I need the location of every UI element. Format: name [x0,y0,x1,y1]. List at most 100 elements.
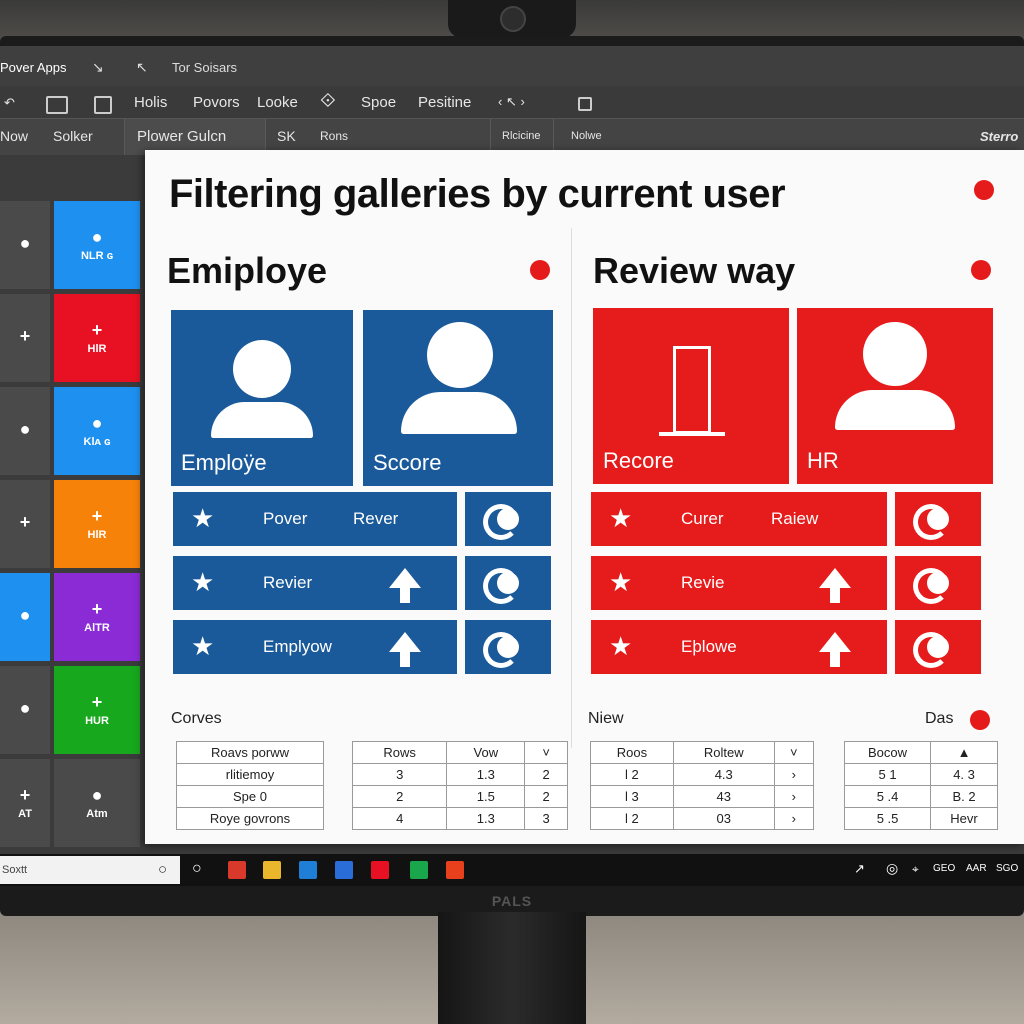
share-icon[interactable]: ↖ [136,59,148,76]
taskbar: Soxtt ○ ○ ↗ ◎ ⌖ GEO AAR SGO [0,854,1024,886]
tray-item-0[interactable]: GEO [933,863,955,874]
ribbon-item-4[interactable]: Pesitine [418,94,471,111]
layout-icon[interactable] [94,96,112,114]
row-text: Revier [263,573,313,592]
diamond-icon[interactable]: ⟐ [320,90,336,113]
table-cell: ˅ [524,741,568,764]
table-cell: rlitiemoy [176,763,324,786]
gallery-row[interactable]: ★ Eþlowe [591,620,887,674]
review-dot [971,260,991,280]
table-cell: l 3 [590,785,674,808]
screen-icon[interactable] [46,96,68,114]
tray-item-1[interactable]: AAR [966,863,987,874]
ribbon-item-0[interactable]: Holis [134,94,167,111]
dot-icon: ● [91,227,103,247]
cmd-rons[interactable]: Rons [320,129,348,143]
cortana-icon[interactable]: ○ [192,860,202,878]
person-icon-body [401,392,517,434]
tile-0[interactable]: ● [0,201,50,289]
gallery-row[interactable]: ★ Emplyow [173,620,457,674]
arrow-up-icon[interactable] [389,568,421,588]
table-cell: Hevr [930,807,998,830]
hr-card[interactable]: HR [797,308,993,484]
tray-clock-icon[interactable]: ◎ [886,860,898,877]
score-card[interactable]: Sccore [363,310,553,486]
tile-11[interactable]: + HUR [54,666,140,754]
table-row: 4 1.3 3 [351,807,568,830]
toggle-icon[interactable] [895,492,981,546]
column-divider [571,228,572,748]
app-icon-3[interactable] [299,861,317,879]
toggle-knob [497,508,519,530]
cmd-rlcicine[interactable]: Rlcicine [502,130,541,142]
arrow-up-icon[interactable] [389,632,421,652]
pin-icon[interactable]: ↘ [92,59,104,76]
ribbon-item-1[interactable]: Povors [193,94,240,111]
gallery-row[interactable]: ★ Curer Raiew [591,492,887,546]
card-label: Recore [603,448,674,473]
star-icon[interactable]: ★ [609,633,632,659]
star-icon[interactable]: ★ [191,505,214,531]
toggle-icon[interactable] [465,492,551,546]
app-icon-6[interactable] [410,861,428,879]
table-cell: 4 [351,807,448,830]
cmd-sk[interactable]: SK [277,128,296,144]
taskbar-search[interactable]: Soxtt ○ [0,856,180,884]
toggle-icon[interactable] [895,620,981,674]
toggle-knob [497,636,519,658]
table-cell: 1.3 [446,763,526,786]
ribbon-item-3[interactable]: Spoe [361,94,396,111]
document-title: Tor Soisars [172,60,238,75]
app-icon-7[interactable] [446,861,464,879]
cmd-new[interactable]: Now [0,128,28,144]
window-icon[interactable] [578,97,592,111]
cmd-sterro[interactable]: Sterro [980,129,1018,144]
star-icon[interactable]: ★ [191,633,214,659]
tile-label: HUR [85,715,109,727]
tray-arrow-icon[interactable]: ↗ [854,861,865,877]
tile-3[interactable]: + HlR [54,294,140,382]
arrow-up-icon[interactable] [819,568,851,588]
tile-2[interactable]: + [0,294,50,382]
tray-pin-icon[interactable]: ⌖ [912,862,919,877]
tile-5[interactable]: ● Klᴀ ɢ [54,387,140,475]
star-icon[interactable]: ★ [191,569,214,595]
monitor-stand [438,912,586,1024]
star-icon[interactable]: ★ [609,505,632,531]
arrow-up-icon[interactable] [819,632,851,652]
ribbon-item-2[interactable]: Looke [257,94,298,111]
table-cell: 2 [351,785,448,808]
star-icon[interactable]: ★ [609,569,632,595]
tile-10[interactable]: ● [0,666,50,754]
toggle-icon[interactable] [465,556,551,610]
undo-icon[interactable]: ↶ [4,95,15,111]
tile-7[interactable]: + HlR [54,480,140,568]
data-table-1: Roavs porww rlitiemoy Spe 0 Roye govrons [176,741,324,830]
app-icon-1[interactable] [228,861,246,879]
record-card[interactable]: Recore [593,308,789,484]
main-panel: Filtering galleries by current user Emip… [145,150,1024,844]
cmd-nolwe[interactable]: Nolwe [571,130,602,142]
edge-icon[interactable] [335,861,353,879]
tile-6[interactable]: + [0,480,50,568]
gallery-row[interactable]: ★ Pover Rever [173,492,457,546]
employee-card[interactable]: Emploÿe [171,310,353,486]
tile-13[interactable]: ● Atm [54,759,140,847]
gallery-row[interactable]: ★ Revier [173,556,457,610]
tile-8[interactable]: ● [0,573,50,661]
tile-12[interactable]: + AT [0,759,50,847]
cmd-solker[interactable]: Solker [53,128,93,144]
app-icon-5[interactable] [371,861,389,879]
table-cell: l 2 [590,763,674,786]
nav-arrows-icon[interactable]: ‹ ↖ › [498,94,525,110]
folder-icon[interactable] [263,861,281,879]
gallery-row[interactable]: ★ Revie [591,556,887,610]
arrow-up-icon-stem [400,651,410,667]
tile-9[interactable]: + AlTR [54,573,140,661]
tile-1[interactable]: ● NLR ɢ [54,201,140,289]
cmd-power-gulcn[interactable]: Plower Gulcn [137,128,226,145]
tray-item-2[interactable]: SGO [996,863,1018,874]
toggle-icon[interactable] [465,620,551,674]
toggle-icon[interactable] [895,556,981,610]
tile-4[interactable]: ● [0,387,50,475]
